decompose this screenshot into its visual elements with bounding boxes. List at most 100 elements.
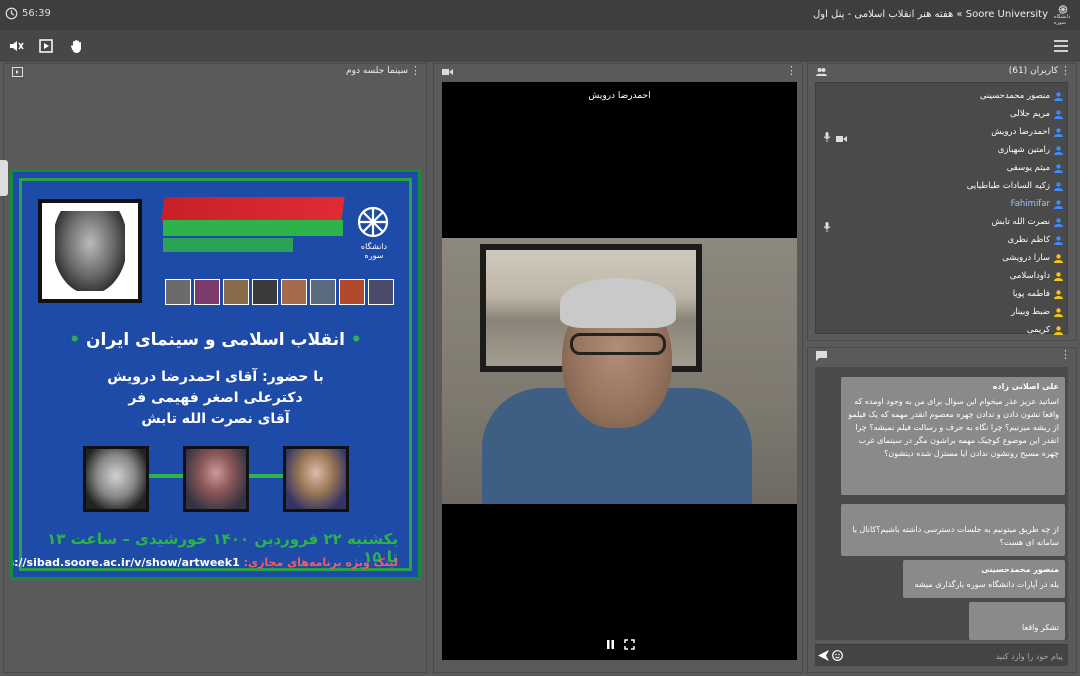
user-icon [1054, 145, 1063, 155]
user-name: منصور محمدحسینی [979, 91, 1050, 101]
user-icon [1054, 181, 1063, 191]
play-icon[interactable] [38, 38, 54, 54]
emoji-icon[interactable] [832, 650, 843, 661]
timer-text: 56:39 [22, 8, 51, 19]
user-icon [1054, 307, 1063, 317]
user-icon [1054, 109, 1063, 119]
user-name: داوداسلامی [1009, 271, 1050, 281]
user-row[interactable]: داوداسلامی [1010, 267, 1063, 285]
chat-menu-icon[interactable]: ⋮ [1060, 349, 1071, 361]
user-row[interactable]: نصرت الله تابش [992, 213, 1063, 231]
poster-portrait [38, 199, 142, 303]
poster-guests-line-3: آقای نصرت الله تابش [141, 411, 290, 427]
speaker-name: احمدرضا درویش [588, 91, 651, 101]
poster-subtitle-art-2 [163, 238, 293, 252]
sidebar-handle[interactable] [0, 160, 8, 196]
message-text: اساتید عزیز عذر میخوام این سوال برای من … [848, 397, 1059, 458]
logo-text: دانشگاه سوره [1054, 14, 1071, 26]
user-row[interactable]: رامتین شهبازی [998, 141, 1063, 159]
pause-icon[interactable] [605, 639, 616, 650]
guest-photo [83, 446, 149, 512]
user-name: ضبط وبینار [1011, 307, 1050, 317]
poster-link-url[interactable]: https://sibad.soore.ac.ir/v/show/artweek… [13, 556, 240, 569]
user-icon [1054, 163, 1063, 173]
message-text: تشکر واقعا [1022, 623, 1059, 632]
user-row[interactable]: کاظم نظری [1008, 231, 1063, 249]
users-count-title: کاربران (61) [1008, 66, 1058, 76]
chat-message: تشکر واقعا [969, 602, 1065, 640]
poster-university-label: دانشگاه سوره [360, 242, 388, 260]
raise-hand-icon[interactable] [69, 38, 85, 54]
poster-link-line: لینک ویژه برنامه‌های مجازی: https://siba… [13, 556, 398, 569]
users-pane-header: کاربران (61) ⋮ [808, 64, 1076, 80]
poster-subtitle-art [163, 220, 343, 236]
session-timer: 56:39 [5, 7, 51, 20]
user-icon [1054, 217, 1063, 227]
chat-pane-header: ⋮ [808, 348, 1076, 364]
users-icon [816, 68, 827, 76]
guest-photo [183, 446, 249, 512]
video-menu-icon[interactable]: ⋮ [786, 65, 797, 77]
user-row[interactable]: منصور محمدحسینی [980, 87, 1063, 105]
university-logo: دانشگاه سوره [1054, 4, 1072, 26]
video-player[interactable]: احمدرضا درویش [442, 82, 797, 660]
poster-thumbnails [165, 279, 394, 305]
user-icon [1054, 325, 1063, 335]
user-icon [1054, 127, 1063, 137]
user-name: سارا درویشی [1002, 253, 1050, 263]
breadcrumb: Soore University » هفته هنر انقلاب اسلام… [812, 9, 1048, 20]
user-row[interactable]: سارا درویشی [1002, 249, 1063, 267]
user-row[interactable]: زکیه السادات طباطبایی [967, 177, 1063, 195]
poster-guests-line-1: با حضور: آقای احمدرضا درویش [107, 369, 324, 385]
message-text: بله در آپارات دانشگاه سوره بارگذاری میشه [914, 580, 1059, 589]
chat-input-bar [815, 644, 1068, 666]
user-name: فاطمه پویا [1012, 289, 1050, 299]
user-icon [1054, 289, 1063, 299]
presentation-pane-header: سینما جلسه دوم ⋮ [4, 64, 426, 80]
menu-icon[interactable] [1054, 40, 1068, 52]
mic-icon [823, 127, 831, 142]
send-icon[interactable] [818, 650, 829, 661]
user-name: زکیه السادات طباطبایی [966, 181, 1050, 191]
user-row[interactable]: احمدرضا درویش [991, 123, 1063, 141]
user-row[interactable]: کریمی [1027, 321, 1063, 339]
clock-icon [5, 7, 18, 20]
user-row[interactable]: فاطمه پویا [1013, 285, 1063, 303]
user-icon [1054, 271, 1063, 281]
user-row[interactable]: مریم جلالی [1010, 105, 1063, 123]
user-icon [1054, 235, 1063, 245]
user-icon [1054, 91, 1063, 101]
user-row[interactable]: میثم یوسفی [1007, 159, 1063, 177]
toolbar [0, 30, 1080, 62]
poster-connector [248, 474, 288, 478]
event-poster: دانشگاه سوره • انقلاب اسلامی و سینمای ای… [10, 169, 421, 580]
user-name: Fahimifar [1010, 199, 1050, 209]
user-list: منصور محمدحسینی مریم جلالی احمدرضا درویش را… [815, 82, 1068, 335]
mute-icon[interactable] [8, 38, 24, 54]
user-name: کاظم نظری [1007, 235, 1050, 245]
message-text: از چه طریق میتونیم به جلسات دسترسی داشته… [852, 525, 1059, 547]
user-row[interactable]: ضبط وبینار [1011, 303, 1063, 321]
chat-message: منصور محمدحسینی بله در آپارات دانشگاه سو… [903, 560, 1065, 598]
user-icon [1054, 253, 1063, 263]
mic-icon [823, 217, 831, 232]
chat-messages: علی اصلانی زاده اساتید عزیز عذر میخوام ا… [815, 367, 1068, 640]
user-icon [1054, 199, 1063, 209]
screen-share-icon [12, 67, 23, 77]
presentation-menu-icon[interactable]: ⋮ [410, 65, 421, 77]
video-pane-header: ⋮ [434, 64, 802, 80]
poster-link-label: لینک ویژه برنامه‌های مجازی: [243, 556, 398, 569]
user-row[interactable]: Fahimifar [1011, 195, 1063, 213]
message-sender: منصور محمدحسینی [981, 565, 1059, 574]
users-menu-icon[interactable]: ⋮ [1060, 65, 1071, 77]
poster-guests-line-2: دکترعلی اصغر فهیمی فر [128, 390, 303, 406]
presentation-title: سینما جلسه دوم [346, 66, 408, 76]
chat-message-input[interactable] [845, 648, 1063, 664]
poster-title-art [161, 197, 345, 221]
user-name: نصرت الله تابش [991, 217, 1050, 227]
message-sender: علی اصلانی زاده [992, 382, 1059, 391]
user-name: رامتین شهبازی [997, 145, 1050, 155]
chat-message: از چه طریق میتونیم به جلسات دسترسی داشته… [841, 504, 1065, 556]
chat-icon [816, 351, 827, 361]
fullscreen-icon[interactable] [623, 639, 635, 650]
